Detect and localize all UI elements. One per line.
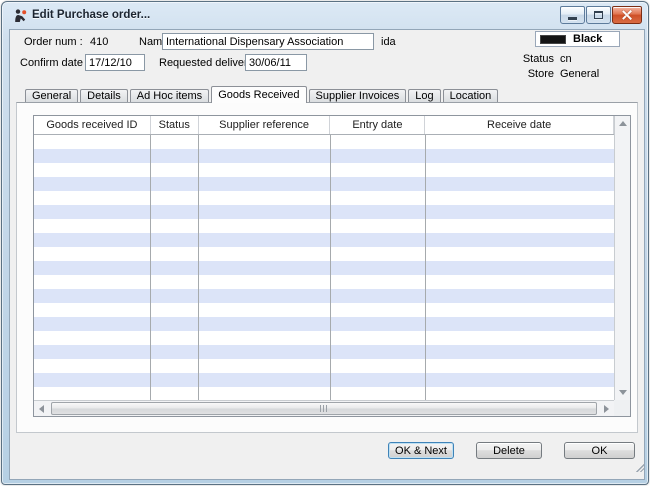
color-name: Black — [573, 33, 602, 45]
table-row[interactable] — [34, 331, 614, 345]
close-button[interactable] — [612, 6, 642, 24]
store-label: Store — [510, 68, 554, 80]
store-value: General — [560, 68, 599, 80]
ok-next-button[interactable]: OK & Next — [388, 442, 454, 459]
column-header-goods-received-id[interactable]: Goods received ID — [34, 116, 151, 134]
table-row[interactable] — [34, 233, 614, 247]
table-row[interactable] — [34, 191, 614, 205]
arrow-right-icon — [604, 405, 609, 413]
status-label: Status — [510, 53, 554, 65]
scrollbar-corner — [614, 400, 630, 416]
table-row[interactable] — [34, 261, 614, 275]
ok-button[interactable]: OK — [564, 442, 635, 459]
table-row[interactable] — [34, 275, 614, 289]
horizontal-scroll-thumb[interactable] — [51, 402, 597, 415]
tab-strip: GeneralDetailsAd Hoc itemsGoods Received… — [25, 86, 500, 103]
table-body — [34, 135, 614, 400]
column-header-receive-date[interactable]: Receive date — [425, 116, 614, 134]
window-title: Edit Purchase order... — [32, 9, 150, 21]
delete-button[interactable]: Delete — [476, 442, 542, 459]
table-row[interactable] — [34, 163, 614, 177]
horizontal-scrollbar[interactable] — [34, 400, 614, 416]
table-row[interactable] — [34, 247, 614, 261]
order-num-label: Order num : — [24, 36, 83, 48]
scroll-down-button[interactable] — [615, 385, 630, 400]
name-input[interactable] — [162, 33, 374, 50]
column-header-entry-date[interactable]: Entry date — [330, 116, 425, 134]
table-row[interactable] — [34, 345, 614, 359]
table-row[interactable] — [34, 219, 614, 233]
table-row[interactable] — [34, 303, 614, 317]
arrow-down-icon — [619, 390, 627, 395]
maximize-button[interactable] — [586, 6, 611, 24]
confirm-date-input[interactable] — [85, 54, 145, 71]
color-swatch — [540, 35, 566, 44]
table-row[interactable] — [34, 149, 614, 163]
column-divider — [198, 135, 199, 400]
table-row[interactable] — [34, 387, 614, 400]
arrow-up-icon — [619, 121, 627, 126]
minimize-icon — [568, 17, 577, 20]
tab-log[interactable]: Log — [408, 89, 440, 102]
table-row[interactable] — [34, 359, 614, 373]
thumb-grip-icon — [320, 405, 328, 412]
footer-buttons: OK & Next Delete OK — [388, 442, 635, 459]
arrow-left-icon — [39, 405, 44, 413]
minimize-button[interactable] — [560, 6, 585, 24]
table-row[interactable] — [34, 205, 614, 219]
tab-general[interactable]: General — [25, 89, 78, 102]
vertical-scrollbar[interactable] — [614, 116, 630, 400]
maximize-icon — [594, 11, 603, 19]
order-num-value: 410 — [90, 36, 108, 48]
close-icon — [622, 10, 632, 20]
purchase-order-icon — [13, 8, 28, 23]
table-row[interactable] — [34, 177, 614, 191]
edit-purchase-order-window: Edit Purchase order... Order num : 410 N… — [1, 1, 649, 485]
resize-grip[interactable] — [635, 463, 644, 472]
status-value: cn — [560, 53, 572, 65]
column-divider — [330, 135, 331, 400]
confirm-date-label: Confirm date — [20, 57, 83, 69]
name-code: ida — [381, 36, 396, 48]
column-divider — [425, 135, 426, 400]
scroll-up-button[interactable] — [615, 116, 630, 131]
requested-delivery-input[interactable] — [245, 54, 307, 71]
table-header-row: Goods received IDStatusSupplier referenc… — [34, 116, 614, 135]
requested-delivery-label: Requested delivery — [159, 57, 253, 69]
column-header-status[interactable]: Status — [151, 116, 199, 134]
tab-details[interactable]: Details — [80, 89, 128, 102]
tab-goods-received[interactable]: Goods Received — [211, 86, 306, 103]
table-row[interactable] — [34, 289, 614, 303]
goods-received-table: Goods received IDStatusSupplier referenc… — [33, 115, 631, 417]
titlebar[interactable]: Edit Purchase order... — [2, 2, 648, 29]
tab-ad-hoc-items[interactable]: Ad Hoc items — [130, 89, 209, 102]
scroll-left-button[interactable] — [34, 401, 49, 416]
table-row[interactable] — [34, 317, 614, 331]
column-header-supplier-reference[interactable]: Supplier reference — [199, 116, 331, 134]
scroll-right-button[interactable] — [599, 401, 614, 416]
tab-location[interactable]: Location — [443, 89, 499, 102]
table-row[interactable] — [34, 373, 614, 387]
order-color-select[interactable]: Black — [535, 31, 620, 47]
tab-supplier-invoices[interactable]: Supplier Invoices — [309, 89, 407, 102]
table-row[interactable] — [34, 135, 614, 149]
column-divider — [150, 135, 151, 400]
